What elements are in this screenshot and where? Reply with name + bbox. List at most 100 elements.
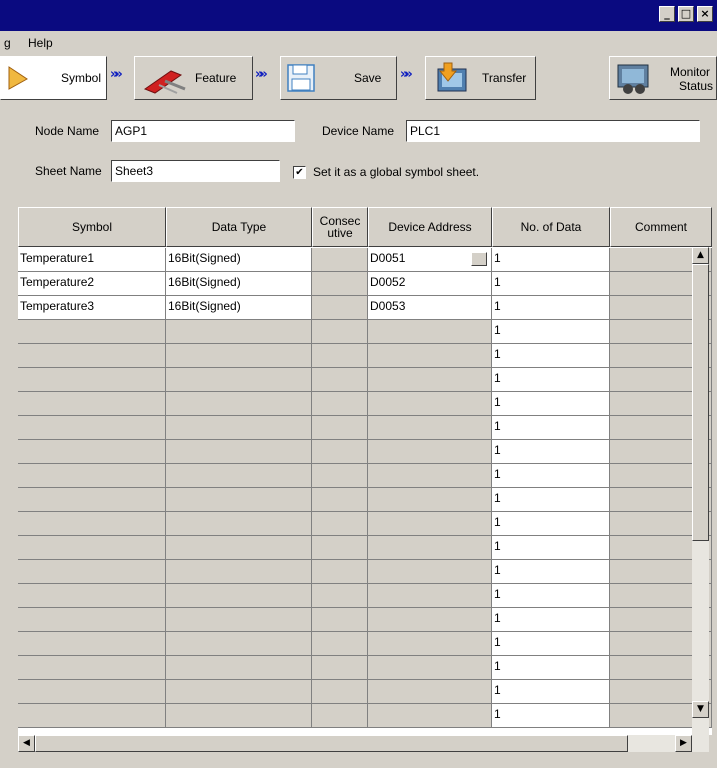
table-cell-no-of-data[interactable]: 1 [492, 632, 610, 656]
table-cell-data-type[interactable] [166, 368, 312, 392]
table-cell-device-address[interactable] [368, 488, 492, 512]
table-cell-device-address[interactable] [368, 320, 492, 344]
table-cell-data-type[interactable] [166, 344, 312, 368]
table-cell-symbol[interactable] [18, 320, 166, 344]
table-cell-consecutive[interactable] [312, 392, 368, 416]
scroll-up-button[interactable]: ▲ [692, 247, 709, 264]
table-cell-device-address[interactable] [368, 704, 492, 728]
table-cell-data-type[interactable] [166, 512, 312, 536]
table-cell-device-address[interactable] [368, 392, 492, 416]
table-cell-no-of-data[interactable]: 1 [492, 296, 610, 320]
table-cell-device-address[interactable] [368, 680, 492, 704]
table-cell-symbol[interactable] [18, 632, 166, 656]
menu-item-partial[interactable]: g [4, 36, 11, 50]
feature-step-button[interactable]: Feature [134, 56, 253, 100]
table-cell-no-of-data[interactable]: 1 [492, 656, 610, 680]
table-cell-no-of-data[interactable]: 1 [492, 440, 610, 464]
save-step-button[interactable]: Save [280, 56, 397, 100]
table-cell-consecutive[interactable] [312, 536, 368, 560]
table-cell-symbol[interactable] [18, 464, 166, 488]
table-cell-consecutive[interactable] [312, 344, 368, 368]
table-cell-data-type[interactable] [166, 656, 312, 680]
table-cell-consecutive[interactable] [312, 248, 368, 272]
table-cell-data-type[interactable] [166, 584, 312, 608]
table-cell-no-of-data[interactable]: 1 [492, 560, 610, 584]
table-cell-device-address[interactable] [368, 440, 492, 464]
table-cell-device-address[interactable] [368, 560, 492, 584]
column-header-comment[interactable]: Comment [610, 207, 712, 247]
close-button[interactable]: × [697, 6, 713, 22]
table-cell-symbol[interactable] [18, 512, 166, 536]
table-cell-data-type[interactable] [166, 632, 312, 656]
table-cell-data-type[interactable] [166, 416, 312, 440]
table-cell-no-of-data[interactable]: 1 [492, 392, 610, 416]
table-cell-device-address[interactable] [368, 608, 492, 632]
table-cell-no-of-data[interactable]: 1 [492, 608, 610, 632]
table-cell-no-of-data[interactable]: 1 [492, 704, 610, 728]
table-cell-device-address[interactable]: D0053 [368, 296, 492, 320]
table-cell-no-of-data[interactable]: 1 [492, 320, 610, 344]
table-cell-consecutive[interactable] [312, 488, 368, 512]
column-header-consecutive[interactable]: Consec utive [312, 207, 368, 247]
table-cell-no-of-data[interactable]: 1 [492, 416, 610, 440]
monitor-status-button[interactable]: Monitor Status [609, 56, 717, 100]
table-cell-data-type[interactable] [166, 440, 312, 464]
table-cell-symbol[interactable] [18, 488, 166, 512]
table-cell-no-of-data[interactable]: 1 [492, 584, 610, 608]
table-cell-consecutive[interactable] [312, 416, 368, 440]
table-cell-symbol[interactable] [18, 440, 166, 464]
horizontal-scroll-thumb[interactable] [35, 735, 628, 752]
table-cell-device-address[interactable] [368, 584, 492, 608]
table-cell-symbol[interactable] [18, 608, 166, 632]
table-cell-device-address[interactable] [368, 632, 492, 656]
table-cell-data-type[interactable]: 16Bit(Signed) [166, 248, 312, 272]
table-cell-data-type[interactable] [166, 608, 312, 632]
table-cell-consecutive[interactable] [312, 296, 368, 320]
table-cell-device-address[interactable] [368, 512, 492, 536]
table-cell-symbol[interactable] [18, 704, 166, 728]
table-cell-no-of-data[interactable]: 1 [492, 512, 610, 536]
table-cell-symbol[interactable] [18, 584, 166, 608]
sheet-name-field[interactable]: Sheet3 [111, 160, 280, 182]
table-cell-symbol[interactable]: Temperature2 [18, 272, 166, 296]
table-cell-data-type[interactable] [166, 320, 312, 344]
table-cell-consecutive[interactable] [312, 632, 368, 656]
device-name-field[interactable]: PLC1 [406, 120, 700, 142]
node-name-field[interactable]: AGP1 [111, 120, 295, 142]
table-cell-symbol[interactable] [18, 680, 166, 704]
table-cell-no-of-data[interactable]: 1 [492, 248, 610, 272]
table-cell-consecutive[interactable] [312, 512, 368, 536]
menu-item-help[interactable]: Help [28, 36, 53, 50]
table-cell-consecutive[interactable] [312, 272, 368, 296]
table-cell-symbol[interactable] [18, 392, 166, 416]
horizontal-scrollbar[interactable]: ◀ ▶ [18, 735, 709, 752]
table-cell-device-address[interactable] [368, 368, 492, 392]
global-sheet-checkbox[interactable]: ✔ [293, 166, 306, 179]
table-cell-consecutive[interactable] [312, 680, 368, 704]
table-cell-data-type[interactable] [166, 464, 312, 488]
table-cell-data-type[interactable] [166, 560, 312, 584]
table-cell-symbol[interactable] [18, 536, 166, 560]
table-cell-symbol[interactable] [18, 344, 166, 368]
table-cell-consecutive[interactable] [312, 656, 368, 680]
table-cell-symbol[interactable] [18, 368, 166, 392]
table-cell-consecutive[interactable] [312, 584, 368, 608]
address-picker-button[interactable] [471, 252, 487, 266]
table-cell-no-of-data[interactable]: 1 [492, 536, 610, 560]
column-header-symbol[interactable]: Symbol [18, 207, 166, 247]
symbol-step-button[interactable]: Symbol [0, 56, 107, 100]
table-cell-data-type[interactable] [166, 488, 312, 512]
vertical-scroll-thumb[interactable] [692, 264, 709, 541]
table-cell-device-address[interactable] [368, 464, 492, 488]
table-cell-no-of-data[interactable]: 1 [492, 344, 610, 368]
table-cell-symbol[interactable] [18, 560, 166, 584]
table-cell-data-type[interactable] [166, 536, 312, 560]
table-cell-symbol[interactable] [18, 416, 166, 440]
scroll-down-button[interactable]: ▼ [692, 701, 709, 718]
table-cell-consecutive[interactable] [312, 368, 368, 392]
table-cell-consecutive[interactable] [312, 608, 368, 632]
table-cell-no-of-data[interactable]: 1 [492, 272, 610, 296]
table-cell-data-type[interactable] [166, 680, 312, 704]
table-cell-data-type[interactable]: 16Bit(Signed) [166, 272, 312, 296]
table-cell-data-type[interactable]: 16Bit(Signed) [166, 296, 312, 320]
